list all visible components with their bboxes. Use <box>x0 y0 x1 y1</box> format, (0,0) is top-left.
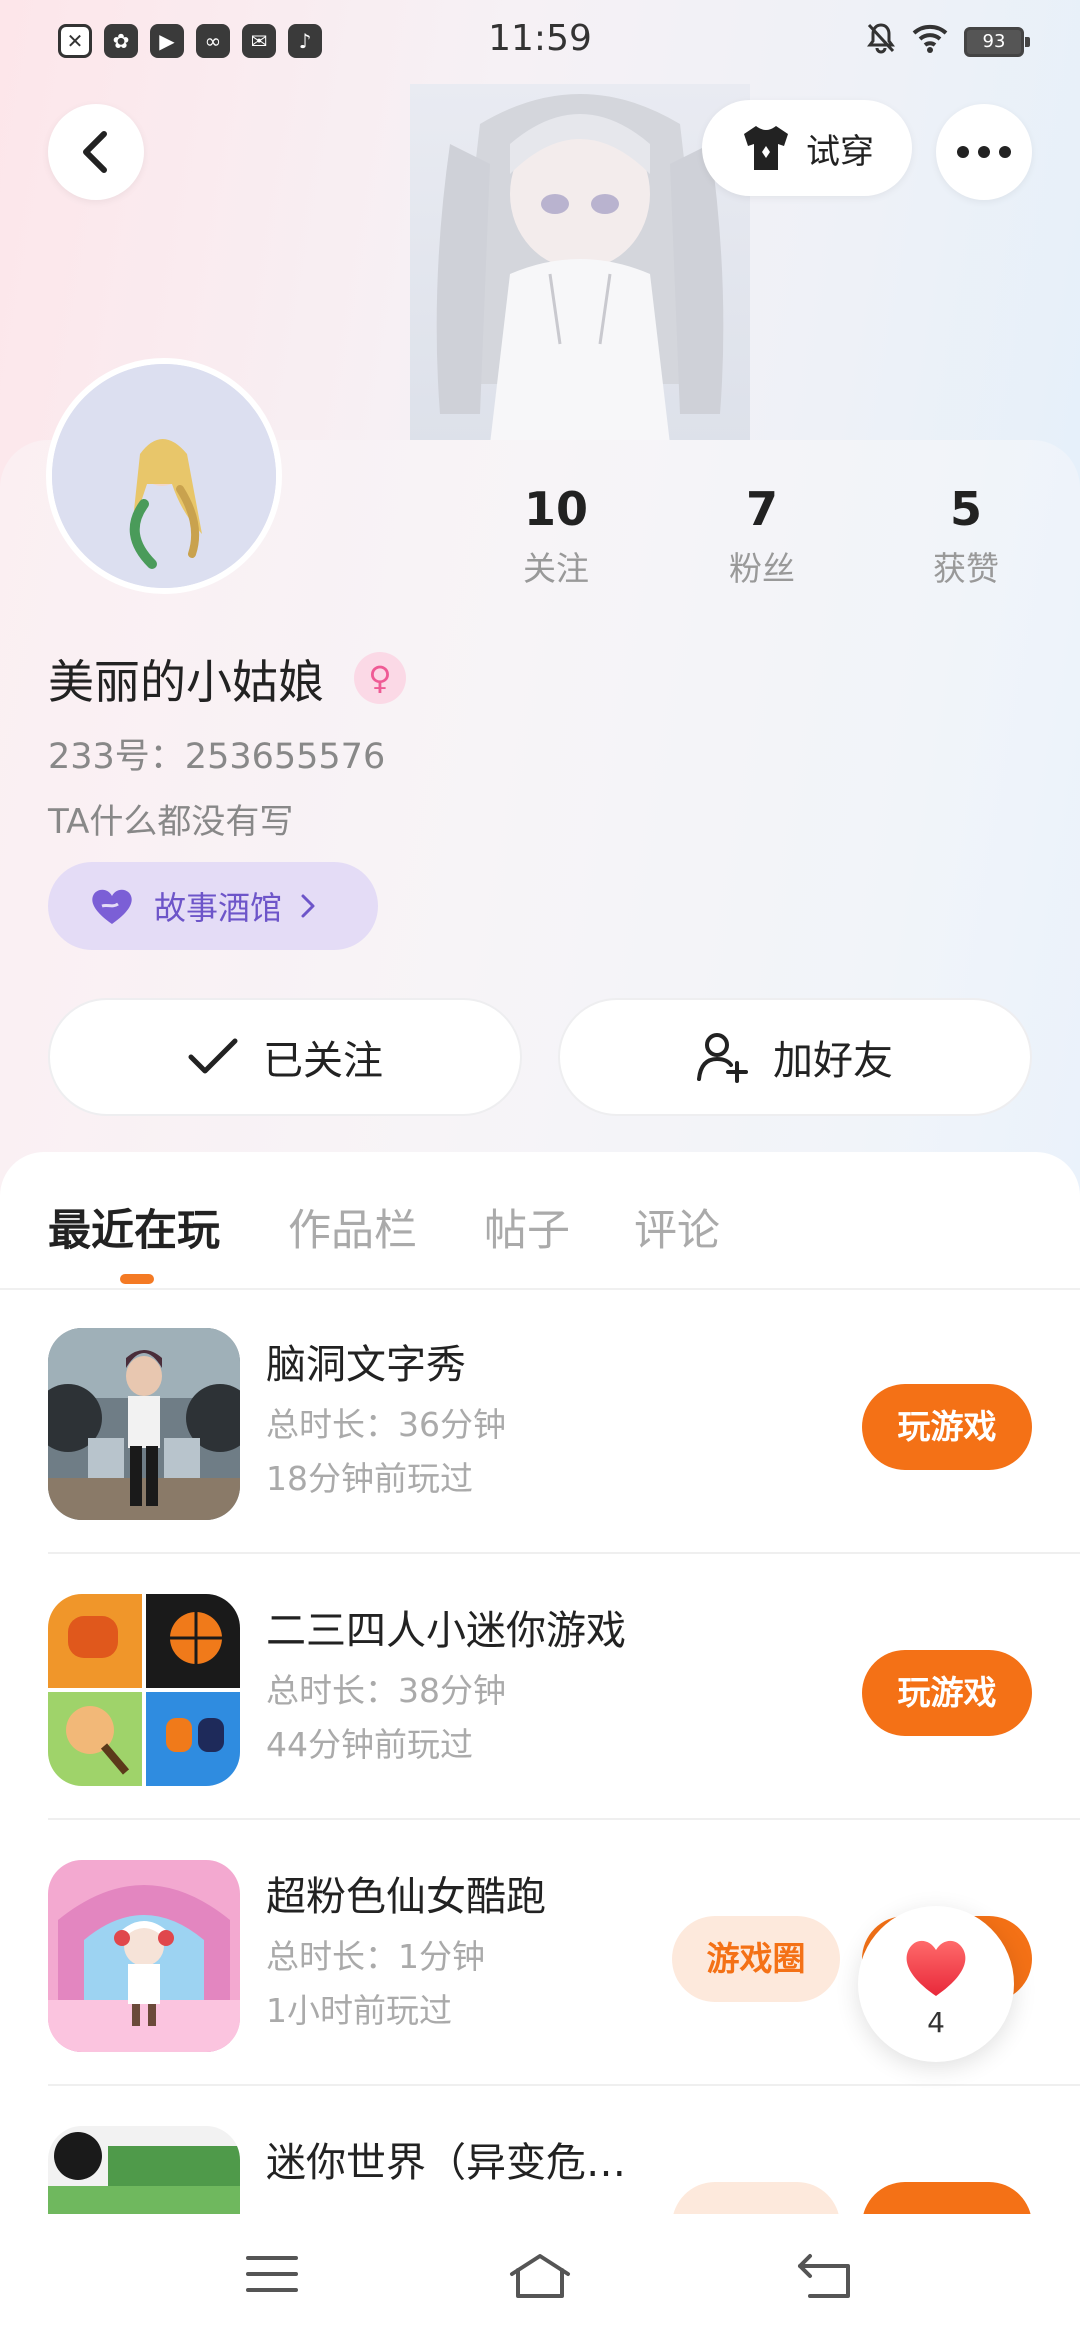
system-navigation-bar <box>0 2214 1080 2340</box>
home-icon[interactable] <box>508 2252 570 2302</box>
try-on-button[interactable]: 试穿 <box>702 100 912 196</box>
game-icon <box>48 1860 240 2052</box>
tab-recently-played[interactable]: 最近在玩 <box>48 1196 220 1258</box>
mute-bell-icon <box>866 22 896 62</box>
add-user-icon <box>697 1033 748 1083</box>
game-circle-button[interactable]: 游戏圈 <box>672 1916 840 2002</box>
game-title: 迷你世界（异变危… <box>266 2140 626 2186</box>
tshirt-icon <box>744 126 788 170</box>
stat-likes[interactable]: 5 获赞 <box>886 482 1046 590</box>
game-title: 脑洞文字秀 <box>266 1342 466 1388</box>
more-button[interactable] <box>936 104 1032 200</box>
likes-label: 获赞 <box>933 549 999 588</box>
game-last-played: 44分钟前玩过 <box>266 1725 473 1764</box>
tab-bar: 最近在玩 作品栏 帖子 评论 <box>0 1152 1080 1290</box>
game-duration: 总时长：36分钟 <box>266 1405 506 1444</box>
like-floating-button[interactable]: 4 <box>858 1906 1014 2062</box>
back-arrow-icon <box>83 131 107 173</box>
game-icon <box>48 1328 240 1520</box>
nickname: 美丽的小姑娘 <box>48 655 324 709</box>
heart-icon <box>92 889 132 924</box>
user-id: 233号：253655576 <box>48 737 386 777</box>
back-icon[interactable] <box>796 2252 856 2302</box>
followed-button[interactable]: 已关注 <box>48 998 522 1116</box>
bio: TA什么都没有写 <box>48 802 294 842</box>
likes-count: 5 <box>949 482 982 536</box>
check-icon <box>188 1038 238 1074</box>
add-friend-button[interactable]: 加好友 <box>558 998 1032 1116</box>
female-gender-icon: ♀ <box>354 652 406 704</box>
like-count: 4 <box>927 2006 945 2039</box>
game-circle-button[interactable] <box>672 2182 840 2214</box>
following-count: 10 <box>523 482 588 536</box>
list-item[interactable]: 脑洞文字秀 总时长：36分钟 18分钟前玩过 玩游戏 <box>0 1288 1080 1554</box>
list-item[interactable]: 迷你世界（异变危… <box>0 2086 1080 2214</box>
play-game-button[interactable]: 玩游戏 <box>862 1384 1032 1470</box>
play-game-button[interactable] <box>862 2182 1032 2214</box>
back-button[interactable] <box>48 104 144 200</box>
list-item[interactable]: 二三四人小迷你游戏 总时长：38分钟 44分钟前玩过 玩游戏 <box>0 1554 1080 1820</box>
tab-posts[interactable]: 帖子 <box>484 1196 570 1258</box>
game-icon <box>48 2126 240 2214</box>
fans-label: 粉丝 <box>729 549 795 588</box>
try-on-label: 试穿 <box>806 131 874 172</box>
heart-icon <box>906 1940 966 1996</box>
add-friend-label: 加好友 <box>773 1038 893 1084</box>
tab-works[interactable]: 作品栏 <box>288 1196 417 1258</box>
following-label: 关注 <box>523 549 589 588</box>
menu-icon[interactable] <box>244 2252 304 2302</box>
game-duration: 总时长：38分钟 <box>266 1671 506 1710</box>
tab-comments[interactable]: 评论 <box>634 1196 720 1258</box>
game-title: 二三四人小迷你游戏 <box>266 1608 626 1654</box>
game-last-played: 18分钟前玩过 <box>266 1459 473 1498</box>
chevron-right-icon <box>301 894 315 918</box>
game-icon <box>48 1594 240 1786</box>
stat-fans[interactable]: 7 粉丝 <box>682 482 842 590</box>
status-bar: ✕ ✿ ▶ ∞ ✉ ♪ 11:59 93 <box>0 0 1080 84</box>
game-last-played: 1小时前玩过 <box>266 1991 452 2030</box>
game-duration: 总时长：1分钟 <box>266 1937 485 1976</box>
story-tavern-label: 故事酒馆 <box>154 889 283 927</box>
profile-banner-image <box>410 84 750 444</box>
battery-icon: 93 <box>964 27 1030 57</box>
fans-count: 7 <box>745 482 778 536</box>
avatar[interactable] <box>46 358 282 594</box>
wifi-icon <box>912 23 948 61</box>
followed-label: 已关注 <box>263 1038 383 1084</box>
game-title: 超粉色仙女酷跑 <box>266 1874 546 1920</box>
story-tavern-button[interactable]: 故事酒馆 <box>48 862 378 950</box>
active-tab-indicator <box>120 1274 154 1284</box>
stat-following[interactable]: 10 关注 <box>476 482 636 590</box>
play-game-button[interactable]: 玩游戏 <box>862 1650 1032 1736</box>
more-dots-icon <box>957 146 1011 158</box>
